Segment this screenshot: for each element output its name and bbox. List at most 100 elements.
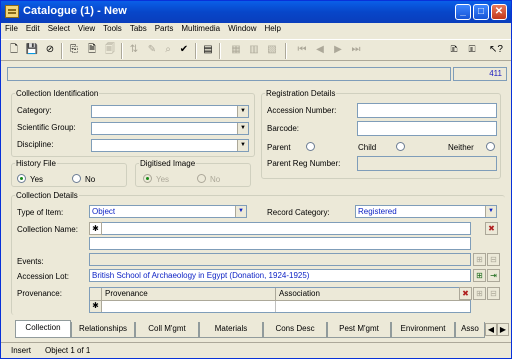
history-file-yes-radio[interactable]	[17, 174, 26, 183]
tab-strip: Collection Relationships Coll M'gmt Mate…	[1, 320, 511, 340]
parent-radio[interactable]	[306, 142, 315, 151]
type-of-item-label: Type of Item:	[17, 208, 64, 217]
barcode-input[interactable]	[357, 121, 497, 136]
toolbar: 🗋 💾 ⊘ ⎘ 🗎 🗐 ⇅ ✎ ⌕ ✔ ▤ ▦ ▥ ▧ ⏮ ◀ ▶ ⏭ 🗈 🗉 …	[1, 39, 511, 61]
history-file-group: History File	[11, 159, 127, 187]
menu-view[interactable]: View	[74, 23, 99, 33]
close-button[interactable]: ✕	[491, 4, 507, 20]
child-radio[interactable]	[396, 142, 405, 151]
title-bar[interactable]: Catalogue (1) - New _ □ ✕	[1, 1, 511, 23]
accession-lot-input[interactable]: British School of Archaeology in Egypt (…	[89, 269, 471, 282]
tab-scroll-left-icon[interactable]: ◀	[485, 323, 497, 336]
type-of-item-dropdown[interactable]: Object ▼	[89, 205, 247, 218]
next-record-icon[interactable]: ▶	[331, 43, 345, 57]
accession-number-input[interactable]	[357, 103, 497, 118]
tab-scroll-right-icon[interactable]: ▶	[497, 323, 509, 336]
chevron-down-icon[interactable]: ▼	[237, 140, 248, 151]
record-count: 411	[453, 67, 507, 81]
menu-select[interactable]: Select	[44, 23, 74, 33]
digitised-image-legend: Digitised Image	[140, 159, 196, 168]
tab-pest-mgmt[interactable]: Pest M'gmt	[327, 322, 391, 338]
minimize-button[interactable]: _	[455, 4, 471, 20]
window-title: Catalogue (1) - New	[23, 5, 127, 17]
association-column-header[interactable]: Association	[276, 288, 470, 301]
provenance-link-icon[interactable]: ⊟	[487, 287, 500, 300]
digitised-image-yes-radio[interactable]	[143, 174, 152, 183]
previous-record-icon[interactable]: ◀	[313, 43, 327, 57]
parent-reg-number-input[interactable]	[357, 156, 497, 171]
tab-materials[interactable]: Materials	[199, 322, 263, 338]
chevron-down-icon[interactable]: ▼	[485, 206, 496, 217]
spellcheck-icon[interactable]: ✔	[177, 43, 191, 57]
save-icon[interactable]: 💾	[25, 43, 39, 57]
record-category-label: Record Category:	[267, 208, 330, 217]
neither-radio[interactable]	[486, 142, 495, 151]
chevron-down-icon[interactable]: ▼	[237, 123, 248, 134]
menu-multimedia[interactable]: Multimedia	[177, 23, 224, 33]
report-icon[interactable]: ▤	[201, 43, 215, 57]
tab-cons-desc[interactable]: Cons Desc	[263, 322, 327, 338]
menu-window[interactable]: Window	[224, 23, 260, 33]
sort-icon[interactable]: ⇅	[127, 43, 141, 57]
last-record-icon[interactable]: ⏭	[349, 43, 363, 57]
menu-edit[interactable]: Edit	[22, 23, 44, 33]
provenance-cell[interactable]	[102, 301, 276, 312]
tab-relationships[interactable]: Relationships	[71, 322, 135, 338]
category-dropdown[interactable]: ▼	[91, 105, 249, 118]
digitised-image-yes-label: Yes	[156, 175, 170, 184]
events-link-icon[interactable]: ⊟	[487, 253, 500, 266]
tab-coll-mgmt[interactable]: Coll M'gmt	[135, 322, 199, 338]
record-category-dropdown[interactable]: Registered ▼	[355, 205, 497, 218]
association-cell[interactable]	[276, 301, 470, 312]
notes-icon[interactable]: 🗈	[447, 43, 461, 57]
first-record-icon[interactable]: ⏮	[295, 43, 309, 57]
notes-alt-icon[interactable]: 🗉	[465, 43, 479, 57]
delete-row-icon[interactable]: ✖	[459, 287, 472, 300]
edit-icon[interactable]: ✎	[145, 43, 159, 57]
collection-details-legend: Collection Details	[16, 191, 78, 200]
provenance-lookup-icon[interactable]: ⊞	[473, 287, 486, 300]
menu-tabs[interactable]: Tabs	[126, 23, 151, 33]
collection-identification-legend: Collection Identification	[16, 89, 99, 98]
tab-collection[interactable]: Collection	[15, 320, 71, 338]
toolbar-separator	[121, 43, 123, 59]
list-view-icon[interactable]: ▦	[229, 43, 243, 57]
provenance-label: Provenance:	[17, 289, 62, 298]
chevron-down-icon[interactable]: ▼	[237, 106, 248, 117]
digitised-image-no-radio[interactable]	[197, 174, 206, 183]
provenance-column-header[interactable]: Provenance	[102, 288, 276, 301]
record-category-value: Registered	[358, 207, 397, 216]
menu-tools[interactable]: Tools	[99, 23, 126, 33]
discipline-dropdown[interactable]: ▼	[91, 139, 249, 152]
new-icon[interactable]: 🗋	[7, 43, 21, 57]
delete-record-icon[interactable]: 🗎	[85, 43, 99, 57]
menu-file[interactable]: File	[1, 23, 22, 33]
child-radio-label: Child	[358, 143, 377, 152]
copy-record-icon[interactable]: ⎘	[67, 43, 81, 57]
accession-lot-lookup-icon[interactable]: ⊞	[473, 269, 486, 282]
history-file-no-radio[interactable]	[72, 174, 81, 183]
tab-association[interactable]: Asso	[455, 322, 485, 338]
collection-name-input[interactable]	[89, 222, 471, 235]
asterisk-icon: ✱	[90, 301, 102, 312]
menu-parts[interactable]: Parts	[151, 23, 178, 33]
menu-help[interactable]: Help	[261, 23, 285, 33]
attach-icon[interactable]: 🗐	[103, 43, 117, 57]
delete-row-icon[interactable]: ✖	[485, 222, 498, 235]
scientific-group-dropdown[interactable]: ▼	[91, 122, 249, 135]
accession-lot-link-icon[interactable]: ⇥	[487, 269, 500, 282]
maximize-button[interactable]: □	[473, 4, 489, 20]
form-view-icon[interactable]: ▧	[265, 43, 279, 57]
collection-name-extra-row[interactable]	[89, 237, 471, 250]
find-icon[interactable]: ⌕	[161, 43, 175, 57]
events-lookup-icon[interactable]: ⊞	[473, 253, 486, 266]
page-view-icon[interactable]: ▥	[247, 43, 261, 57]
help-pointer-icon[interactable]: ↖?	[489, 43, 503, 57]
accession-lot-label: Accession Lot:	[17, 272, 70, 281]
events-input[interactable]	[89, 253, 471, 266]
toolbar-separator	[285, 43, 287, 59]
chevron-down-icon[interactable]: ▼	[235, 206, 246, 217]
cancel-icon[interactable]: ⊘	[43, 43, 57, 57]
tab-environment[interactable]: Environment	[391, 322, 455, 338]
accession-number-label: Accession Number:	[267, 106, 337, 115]
